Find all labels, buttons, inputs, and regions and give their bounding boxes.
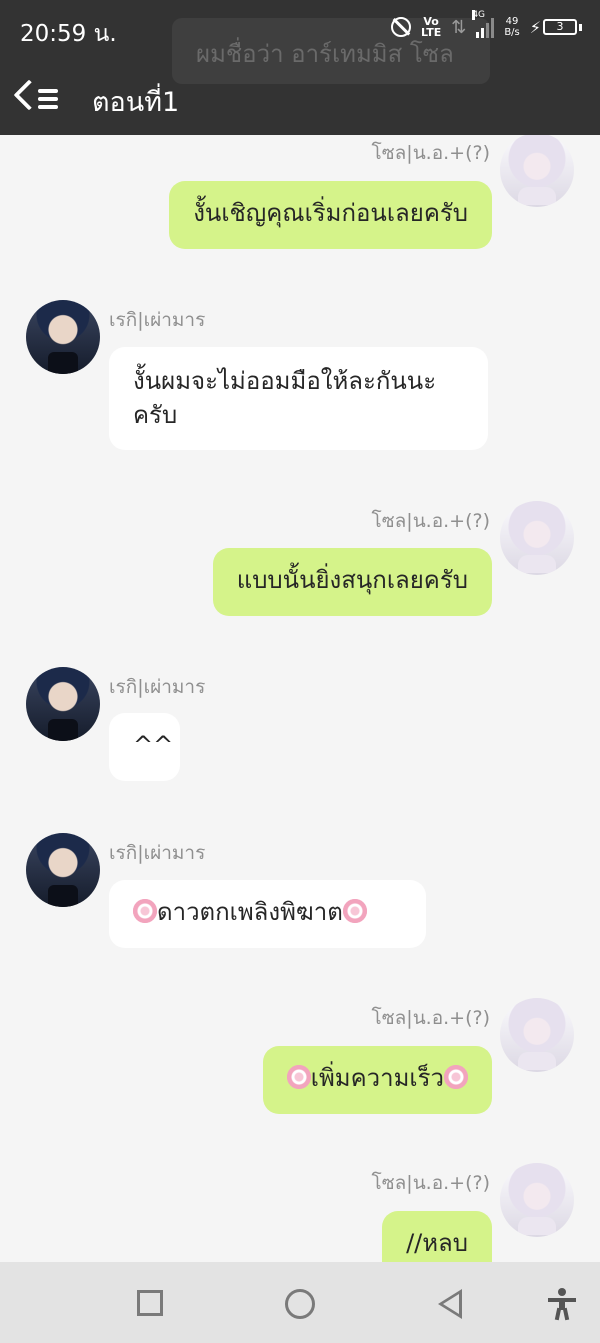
message-text: งั้นเชิญคุณเริ่มก่อนเลยครับ	[193, 199, 468, 227]
system-nav-bar	[0, 1262, 600, 1343]
list-icon	[38, 89, 58, 93]
message-bubble[interactable]: งั้นผมจะไม่ออมมือให้ละกันนะครับ	[109, 347, 488, 450]
avatar-reki[interactable]	[26, 667, 100, 741]
network-type-label: 4G	[472, 10, 486, 20]
avatar-reki[interactable]	[26, 300, 100, 374]
message-text: แบบนั้นยิ่งสนุกเลยครับ	[236, 566, 468, 594]
do-not-disturb-icon	[391, 17, 411, 37]
back-button[interactable]	[438, 1289, 462, 1319]
message-bubble[interactable]: ดาวตกเพลิงพิฆาต	[109, 880, 426, 948]
message-bubble[interactable]: แบบนั้นยิ่งสนุกเลยครับ	[212, 548, 492, 616]
sender-name: เรกิ|เผ่ามาร	[109, 676, 206, 698]
message-text: ดาวตกเพลิงพิฆาต	[157, 898, 343, 926]
avatar-sol[interactable]	[500, 1163, 574, 1237]
chat-area[interactable]: โซล|น.อ.+(?) งั้นเชิญคุณเริ่มก่อนเลยครับ…	[0, 0, 600, 1262]
sakura-flower-icon	[444, 1065, 468, 1089]
message-bubble[interactable]: เพิ่มความเร็ว	[262, 1046, 492, 1114]
message-bubble[interactable]: //หลบ	[382, 1211, 492, 1262]
episode-title: ตอนที่1	[92, 87, 180, 118]
avatar-sol[interactable]	[500, 501, 574, 575]
status-icons: Vo LTE ⇅ 4G 49 B/s ⚡ 3	[391, 10, 582, 39]
home-button[interactable]	[285, 1289, 315, 1319]
network-speed: 49 B/s	[504, 16, 520, 38]
avatar-reki[interactable]	[26, 833, 100, 907]
data-arrows-icon: ⇅	[451, 16, 467, 38]
sender-name: โซล|น.อ.+(?)	[371, 1172, 490, 1194]
sender-name: เรกิ|เผ่ามาร	[109, 842, 206, 864]
message-text: ^^	[133, 731, 174, 759]
sakura-flower-icon	[286, 1065, 311, 1089]
charging-icon: ⚡	[529, 17, 541, 37]
recent-apps-button[interactable]	[137, 1290, 163, 1316]
sender-name: โซล|น.อ.+(?)	[371, 1007, 490, 1029]
sender-name: โซล|น.อ.+(?)	[371, 510, 490, 532]
accessibility-icon[interactable]	[548, 1288, 576, 1321]
avatar-sol[interactable]	[500, 133, 574, 207]
message-bubble[interactable]: ^^	[109, 713, 180, 781]
message-text: งั้นผมจะไม่ออมมือให้ละกันนะครับ	[133, 367, 437, 429]
message-text: เพิ่มความเร็ว	[310, 1064, 444, 1092]
battery-level: 3	[543, 19, 577, 35]
top-bar: ผมชื่อว่า อาร์เทมมิส โซล 20:59 น. Vo LTE …	[0, 0, 600, 135]
message-bubble[interactable]: งั้นเชิญคุณเริ่มก่อนเลยครับ	[169, 181, 492, 249]
battery-icon: ⚡ 3	[530, 18, 582, 37]
back-menu-button[interactable]	[13, 79, 60, 116]
sender-name: โซล|น.อ.+(?)	[371, 142, 490, 164]
status-time: 20:59 น.	[20, 21, 117, 47]
sender-name: เรกิ|เผ่ามาร	[109, 309, 206, 331]
sakura-flower-icon	[342, 899, 367, 923]
sakura-flower-icon	[133, 899, 157, 923]
message-text: //หลบ	[406, 1229, 468, 1257]
signal-icon: 4G	[472, 10, 495, 38]
avatar-sol[interactable]	[500, 998, 574, 1072]
volte-icon: Vo LTE	[421, 15, 442, 39]
